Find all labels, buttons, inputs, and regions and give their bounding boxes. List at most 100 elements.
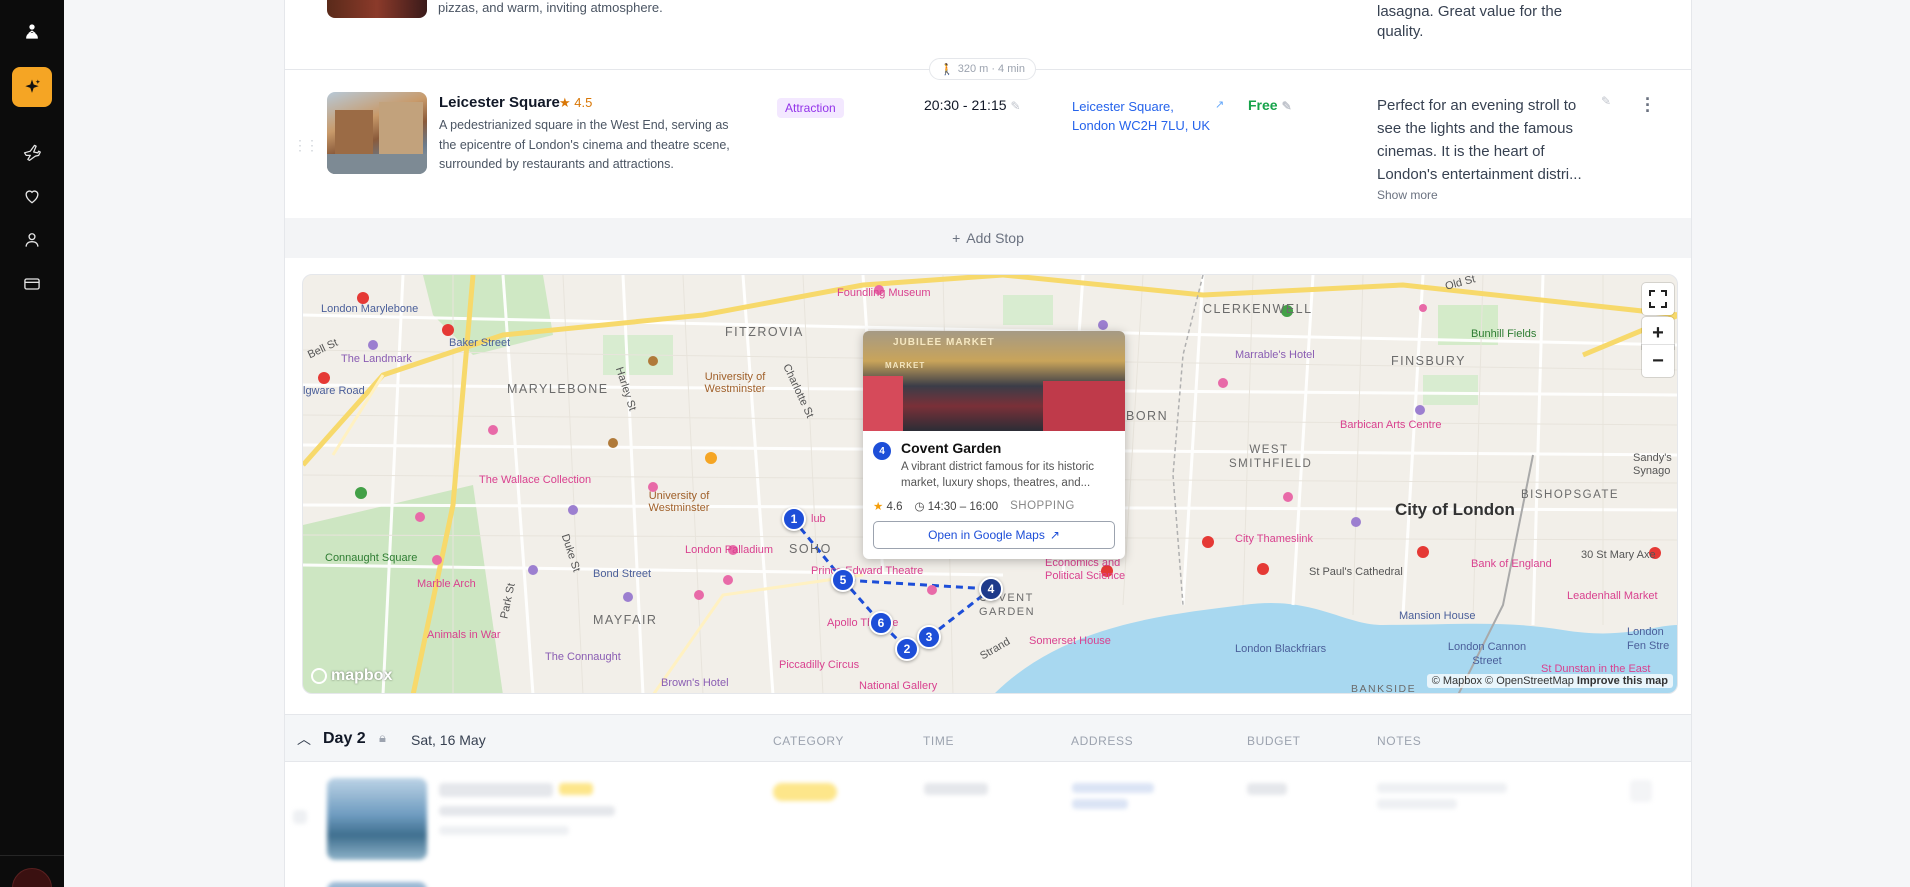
map-label: University of Westminster	[704, 371, 766, 395]
map-label: London Marylebone	[321, 303, 419, 315]
external-link-icon: ↗	[1049, 528, 1060, 542]
zoom-out-button[interactable]: −	[1642, 345, 1674, 377]
mapbox-logo[interactable]: mapbox	[311, 667, 392, 685]
column-header-notes: NOTES	[1377, 734, 1422, 748]
map-label: MARYLEBONE	[507, 382, 609, 396]
map-label: Prince Edward Theatre	[811, 565, 924, 577]
edit-notes-icon[interactable]: ✎	[1601, 94, 1611, 108]
clock-icon: ◷	[914, 501, 925, 513]
map-label: 30 St Mary Axe	[1581, 549, 1656, 561]
plus-icon: +	[952, 230, 961, 246]
map-label: Piccadilly Circus	[779, 659, 860, 671]
popup-description: A vibrant district famous for its histor…	[901, 461, 1095, 489]
show-more-link[interactable]: Show more	[1377, 188, 1438, 202]
map-label: St Paul's Cathedral	[1309, 566, 1403, 578]
open-google-maps-button[interactable]: Open in Google Maps ↗	[873, 521, 1115, 549]
map-label: Baker Street	[449, 337, 511, 349]
plane-icon	[23, 144, 41, 161]
star-icon: ★	[873, 501, 884, 513]
external-link-icon[interactable]: ↗	[1215, 98, 1224, 111]
person-icon	[25, 233, 39, 247]
map-label: London Cannon Street	[1447, 641, 1527, 667]
map-label: Economics and Political Science	[1045, 557, 1126, 582]
route-marker-5[interactable]: 5	[831, 568, 855, 592]
map-label: The Connaught	[545, 651, 621, 663]
category-badge[interactable]: Attraction	[777, 98, 844, 118]
map-label: London Blackfriars	[1235, 643, 1327, 655]
user-logo-icon	[26, 24, 38, 39]
stop-address-link[interactable]: Leicester Square, London WC2H 7LU, UK	[1072, 97, 1212, 135]
map-label: Bunhill Fields	[1471, 328, 1537, 340]
map-label: Brown's Hotel	[661, 677, 729, 689]
map-label: Somerset House	[1029, 635, 1111, 647]
heart-icon	[25, 190, 39, 204]
user-avatar[interactable]	[12, 868, 52, 887]
sidebar-divider	[0, 855, 64, 856]
sidebar-item-favorites[interactable]	[12, 176, 52, 216]
column-header-address: ADDRESS	[1071, 734, 1134, 748]
chevron-up-icon[interactable]: ︿	[297, 729, 311, 749]
map-label: Bank of England	[1471, 558, 1552, 570]
stop-name: Leicester Square	[439, 94, 560, 111]
sparkle-icon	[25, 79, 41, 93]
day-2-header[interactable]: ︿ Day 2 🔒︎ Sat, 16 May CATEGORY TIME ADD…	[285, 714, 1691, 762]
popup-title: Covent Garden	[901, 440, 1002, 456]
map-label: BISHOPSGATE	[1521, 489, 1620, 501]
map-label: BORN	[1126, 409, 1169, 423]
route-marker-3[interactable]: 3	[917, 625, 941, 649]
stop-rating: ★ 4.5	[559, 95, 593, 110]
popup-meta: ★ 4.6 ◷ 14:30 – 16:00 SHOPPING	[873, 500, 1075, 513]
route-marker-2[interactable]: 2	[895, 637, 919, 661]
edit-time-icon[interactable]: ✎	[1011, 99, 1021, 113]
map-label: Foundling Museum	[837, 287, 931, 299]
previous-stop-notes: lasagna. Great value for the quality.	[1377, 3, 1563, 40]
popup-image: JUBILEE MARKET MARKET	[863, 331, 1125, 431]
stop-popup[interactable]: JUBILEE MARKET MARKET 4 Covent Garden A …	[863, 331, 1125, 559]
stop-description: A pedestrianized square in the West End,…	[439, 118, 730, 171]
map-label: Sandy's Synago	[1633, 452, 1672, 477]
stop-row[interactable]: ⋮⋮ Leicester Square ★ 4.5 A pedestrianiz…	[285, 70, 1691, 218]
map-label: National Gallery	[859, 680, 938, 692]
map-label: WEST SMITHFIELD	[1229, 444, 1313, 470]
map-label: FITZROVIA	[725, 325, 804, 339]
fullscreen-button[interactable]	[1642, 283, 1674, 315]
map-label: The Landmark	[341, 353, 412, 365]
credit-card-icon	[24, 278, 40, 290]
route-marker-6[interactable]: 6	[869, 611, 893, 635]
route-map[interactable]: London Marylebone Baker Street The Landm…	[302, 274, 1678, 694]
map-attribution[interactable]: © Mapbox © OpenStreetMap Improve this ma…	[1426, 674, 1673, 688]
map-label: Animals in War	[427, 629, 501, 641]
more-options-icon[interactable]: · · ·	[1645, 90, 1651, 120]
day-title: Day 2	[323, 730, 366, 747]
stop-time[interactable]: 20:30 - 21:15 ✎	[924, 97, 1021, 113]
map-label: Bond Street	[593, 568, 652, 580]
day-date: Sat, 16 May	[411, 732, 486, 748]
map-label: MAYFAIR	[593, 613, 658, 627]
drag-handle-icon[interactable]: ⋮⋮	[293, 137, 319, 154]
itinerary-panel: pizzas, and warm, inviting atmosphere. l…	[284, 0, 1692, 887]
column-header-budget: BUDGET	[1247, 734, 1301, 748]
map-label: lgware Road	[303, 385, 365, 397]
sidebar-item-trips[interactable]	[12, 132, 52, 172]
column-header-time: TIME	[923, 734, 955, 748]
lock-icon[interactable]: 🔒︎	[379, 730, 386, 746]
map-label: London Fen Stre	[1627, 626, 1670, 652]
map-label: Connaught Square	[325, 552, 418, 564]
route-marker-4[interactable]: 4	[979, 577, 1003, 601]
map-label: Marble Arch	[417, 578, 476, 590]
sidebar	[0, 0, 64, 887]
route-marker-1[interactable]: 1	[782, 507, 806, 531]
mapbox-icon	[311, 668, 327, 684]
stop-budget[interactable]: Free ✎	[1248, 97, 1292, 113]
map-label: CLERKENWELL	[1203, 302, 1313, 316]
sidebar-item-ai-planner[interactable]	[12, 67, 52, 107]
sidebar-item-profile[interactable]	[12, 220, 52, 260]
map-label: FINSBURY	[1391, 354, 1466, 368]
add-stop-button[interactable]: + Add Stop	[285, 218, 1691, 258]
map-label: Mansion House	[1399, 610, 1476, 622]
map-label: SOHO	[789, 542, 832, 556]
sidebar-item-billing[interactable]	[12, 264, 52, 304]
edit-budget-icon[interactable]: ✎	[1282, 99, 1292, 113]
stop-thumbnail	[327, 92, 427, 174]
app-logo[interactable]	[12, 12, 52, 52]
